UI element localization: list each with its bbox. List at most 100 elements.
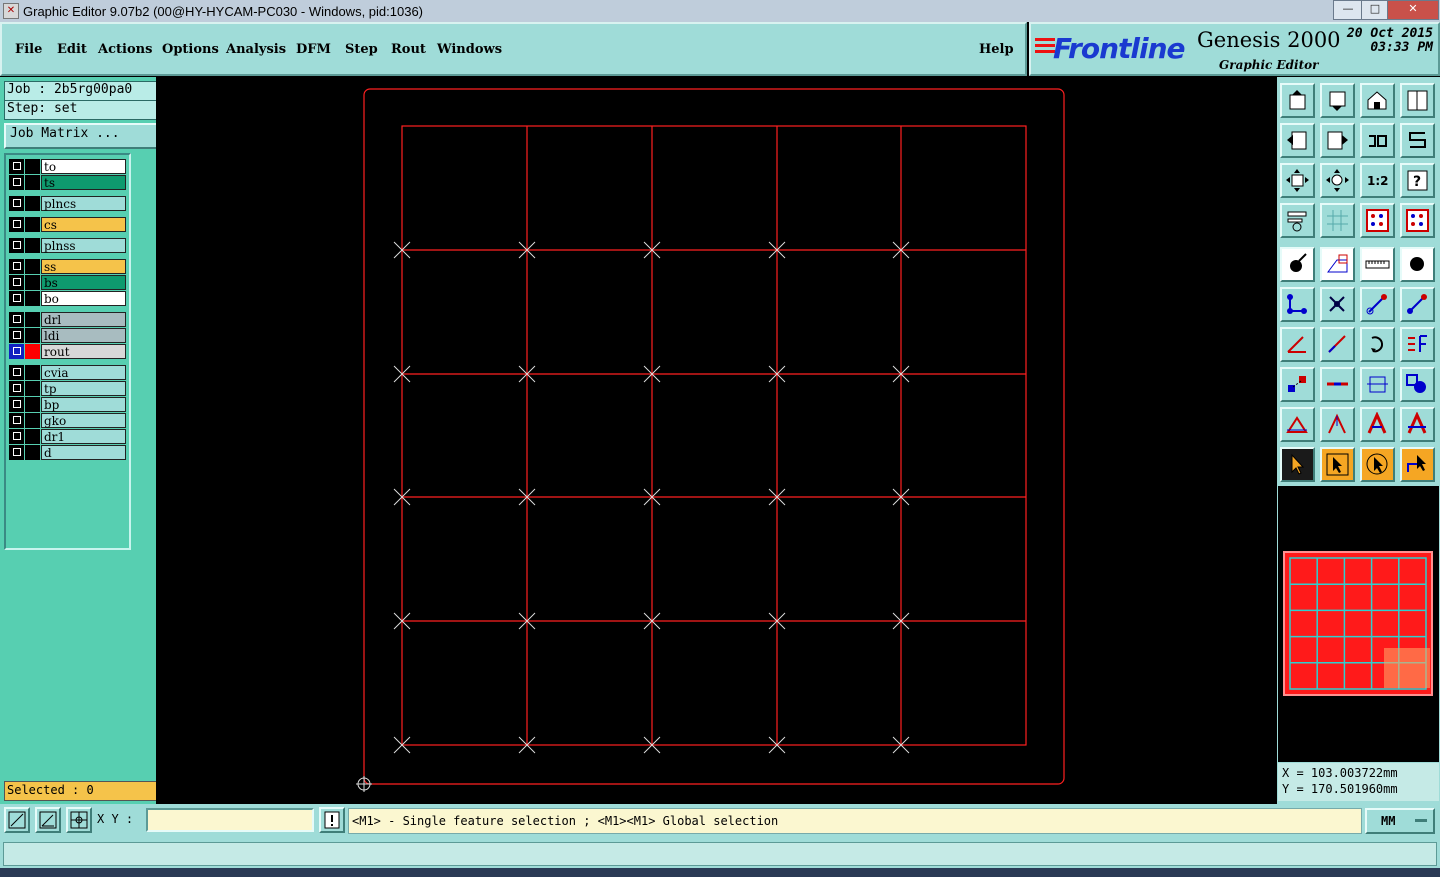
layer-name[interactable]: ts	[41, 175, 126, 190]
step-right-tool-button[interactable]	[1320, 123, 1355, 158]
layer-checkbox[interactable]	[9, 291, 24, 306]
pointer-tool-button[interactable]	[1280, 447, 1315, 482]
layer-checkbox[interactable]	[9, 328, 24, 343]
line-pad-tool-button[interactable]	[1360, 287, 1395, 322]
layer-name[interactable]: bo	[41, 291, 126, 306]
layer-checkbox[interactable]	[9, 445, 24, 460]
home-tool-button[interactable]	[1360, 83, 1395, 118]
properties-tool-button[interactable]	[1280, 203, 1315, 238]
layer-row-cvia[interactable]: cvia	[9, 365, 126, 380]
layer-checkbox[interactable]	[9, 259, 24, 274]
mirror-tool-button[interactable]	[1360, 123, 1395, 158]
layer-color-swatch[interactable]	[25, 291, 40, 306]
layer-row-plnss[interactable]: plnss	[9, 238, 126, 253]
arch-alt-tool-button[interactable]	[1400, 407, 1435, 442]
menu-options[interactable]: Options	[162, 42, 219, 57]
layer-row-ss[interactable]: ss	[9, 259, 126, 274]
line-pad-alt-tool-button[interactable]	[1400, 287, 1435, 322]
layer-row-bp[interactable]: bp	[9, 397, 126, 412]
layer-checkbox[interactable]	[9, 312, 24, 327]
layer-name[interactable]: ldi	[41, 328, 126, 343]
flip-tool-button[interactable]	[1400, 327, 1435, 362]
layer-checkbox[interactable]	[9, 217, 24, 232]
layer-row-gko[interactable]: gko	[9, 413, 126, 428]
layer-checkbox[interactable]	[9, 159, 24, 174]
ruler-tool-button[interactable]	[1360, 247, 1395, 282]
layer-name[interactable]: d	[41, 445, 126, 460]
shapes-tool-button[interactable]	[1400, 367, 1435, 402]
open-up-tool-button[interactable]	[1280, 83, 1315, 118]
arch-tool-button[interactable]	[1360, 407, 1395, 442]
grid-tool-button[interactable]	[1320, 203, 1355, 238]
layer-name[interactable]: drl	[41, 312, 126, 327]
layer-color-swatch[interactable]	[25, 175, 40, 190]
layer-row-cs[interactable]: cs	[9, 217, 126, 232]
minimize-button[interactable]: —	[1333, 0, 1363, 20]
layer-row-dr1[interactable]: dr1	[9, 429, 126, 444]
overview-map[interactable]	[1278, 548, 1439, 700]
layer-color-swatch[interactable]	[25, 344, 40, 359]
rotate-tool-button[interactable]	[1360, 327, 1395, 362]
layer-color-swatch[interactable]	[25, 381, 40, 396]
step-left-tool-button[interactable]	[1280, 123, 1315, 158]
menu-analysis[interactable]: Analysis	[226, 42, 286, 57]
move-pad-tool-button[interactable]	[1280, 367, 1315, 402]
layer-row-to[interactable]: to	[9, 159, 126, 174]
fit-zoom-tool-button[interactable]	[1280, 163, 1315, 198]
snap-grid-button[interactable]	[66, 807, 92, 833]
pointer-box-tool-button[interactable]	[1320, 447, 1355, 482]
layer-name[interactable]: plnss	[41, 238, 126, 253]
layer-checkbox[interactable]	[9, 381, 24, 396]
layer-checkbox[interactable]	[9, 413, 24, 428]
measure-box-tool-button[interactable]	[1360, 367, 1395, 402]
menu-rout[interactable]: Rout	[391, 42, 426, 57]
menu-edit[interactable]: Edit	[57, 42, 87, 57]
job-matrix-button[interactable]: Job Matrix ...	[4, 123, 161, 149]
angle-tool-button[interactable]	[1280, 327, 1315, 362]
layer-row-ts[interactable]: ts	[9, 175, 126, 190]
close-button[interactable]: ✕	[1387, 0, 1439, 20]
layer-name[interactable]: gko	[41, 413, 126, 428]
layer-name[interactable]: cs	[41, 217, 126, 232]
layer-name[interactable]: to	[41, 159, 126, 174]
layer-checkbox[interactable]	[9, 275, 24, 290]
open-down-tool-button[interactable]	[1320, 83, 1355, 118]
layer-row-d[interactable]: d	[9, 445, 126, 460]
center-zoom-tool-button[interactable]	[1320, 163, 1355, 198]
layer-row-ldi[interactable]: ldi	[9, 328, 126, 343]
layer-color-swatch[interactable]	[25, 217, 40, 232]
layer-name[interactable]: ss	[41, 259, 126, 274]
layer-name[interactable]: plncs	[41, 196, 126, 211]
circle-tool-button[interactable]	[1400, 247, 1435, 282]
layer-row-tp[interactable]: tp	[9, 381, 126, 396]
layer-checkbox[interactable]	[9, 365, 24, 380]
line-split-tool-button[interactable]	[1320, 367, 1355, 402]
layer-name[interactable]: bp	[41, 397, 126, 412]
triangle-tool-button[interactable]	[1280, 407, 1315, 442]
add-pad-tool-button[interactable]	[1280, 247, 1315, 282]
layer-color-swatch[interactable]	[25, 328, 40, 343]
cross-tool-button[interactable]	[1320, 287, 1355, 322]
menu-help[interactable]: Help	[979, 42, 1014, 57]
layer-checkbox[interactable]	[9, 344, 24, 359]
layer-filter-tool-button[interactable]	[1360, 203, 1395, 238]
layer-checkbox[interactable]	[9, 196, 24, 211]
layer-color-swatch[interactable]	[25, 312, 40, 327]
layer-name[interactable]: dr1	[41, 429, 126, 444]
zoom-window-button[interactable]	[4, 807, 30, 833]
layer-checkbox[interactable]	[9, 397, 24, 412]
alert-button[interactable]	[319, 807, 345, 833]
menu-step[interactable]: Step	[345, 42, 378, 57]
layer-checkbox[interactable]	[9, 175, 24, 190]
menu-dfm[interactable]: DFM	[296, 42, 331, 57]
maximize-button[interactable]: □	[1361, 0, 1389, 20]
layer-color-swatch[interactable]	[25, 275, 40, 290]
layer-row-plncs[interactable]: plncs	[9, 196, 126, 211]
layer-color-swatch[interactable]	[25, 365, 40, 380]
layer-row-bs[interactable]: bs	[9, 275, 126, 290]
layer-name[interactable]: tp	[41, 381, 126, 396]
layer-color-swatch[interactable]	[25, 238, 40, 253]
layer-color-swatch[interactable]	[25, 196, 40, 211]
layer-name[interactable]: cvia	[41, 365, 126, 380]
ratio-tool-button[interactable]: 1:2	[1360, 163, 1395, 198]
